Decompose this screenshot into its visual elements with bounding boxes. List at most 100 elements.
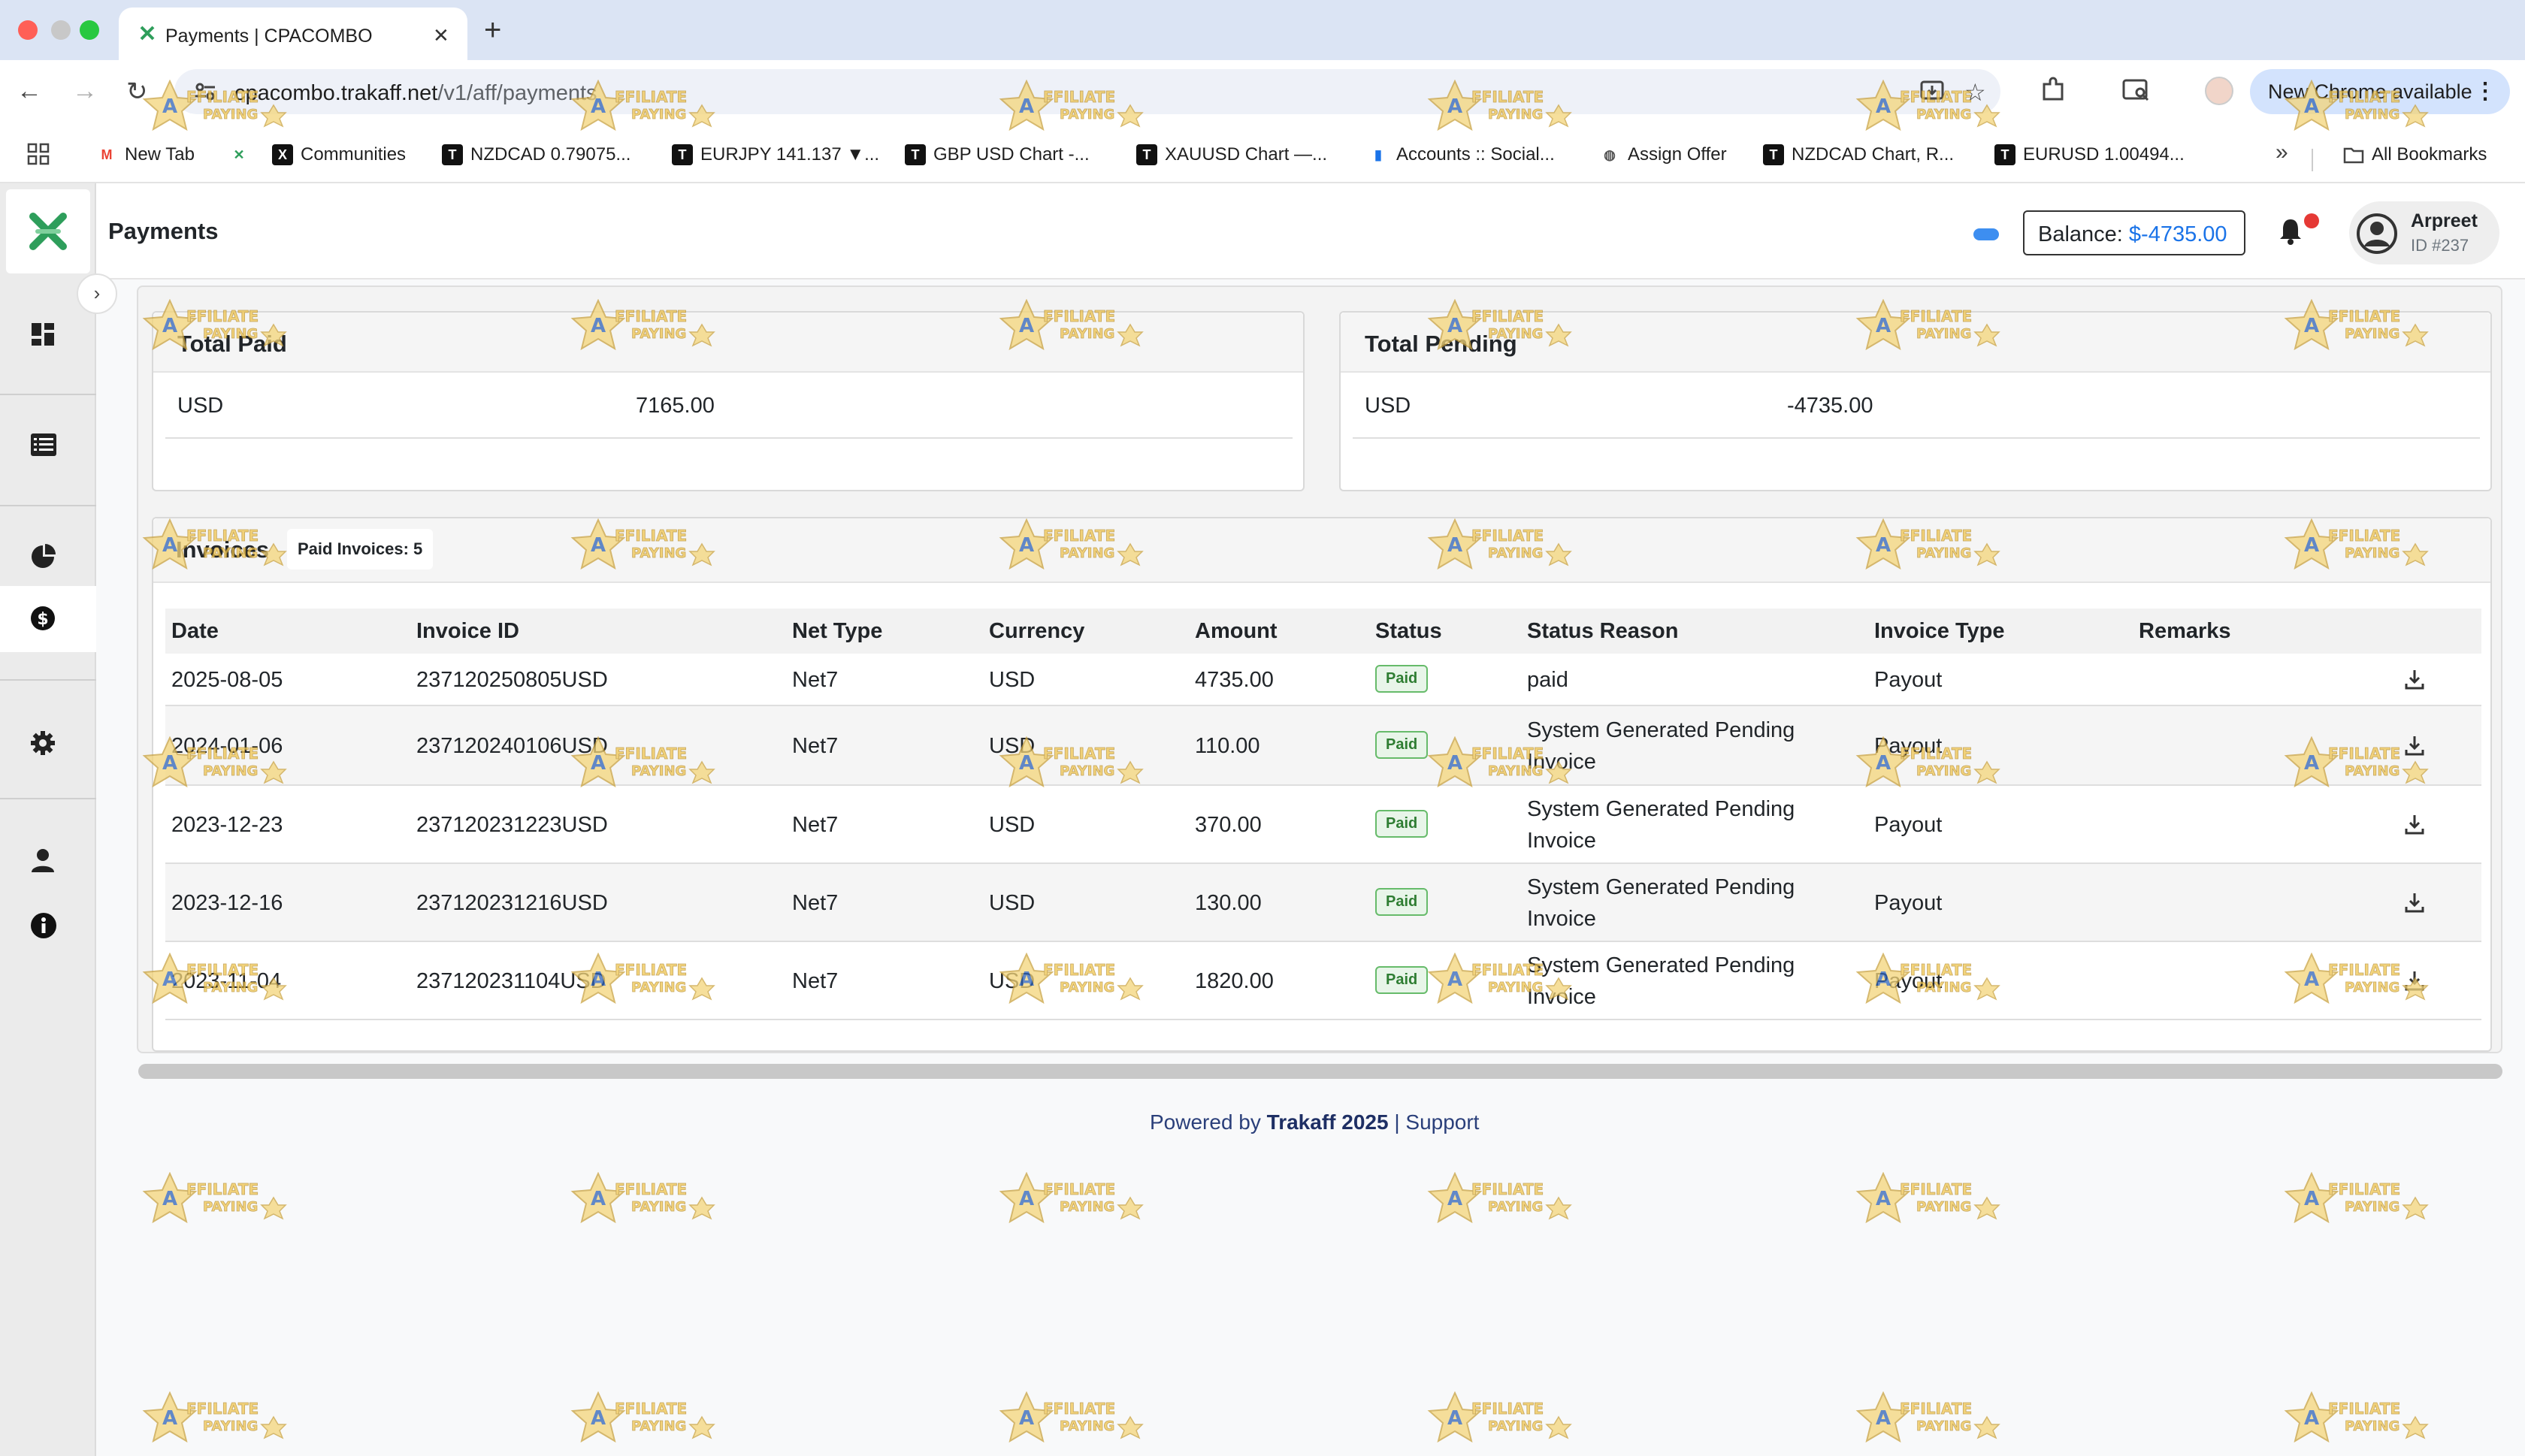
svg-text:PAYING: PAYING — [203, 326, 258, 342]
svg-text:A: A — [1019, 534, 1034, 557]
close-tab-icon[interactable]: ✕ — [433, 24, 449, 47]
extensions-icon[interactable] — [2040, 77, 2067, 104]
profile-avatar-icon[interactable] — [2205, 77, 2233, 105]
svg-text:FFILIATE: FFILIATE — [186, 527, 259, 545]
new-tab-button[interactable]: + — [484, 14, 501, 47]
more-bookmarks-icon[interactable]: » — [2276, 140, 2288, 165]
maximize-window-button[interactable] — [80, 20, 99, 40]
user-menu[interactable]: Arpreet ID #237 — [2349, 201, 2499, 264]
watermark-logo: A FFILIATE PAYING — [2282, 80, 2432, 132]
svg-text:A: A — [591, 534, 606, 557]
bookmark-new-tab[interactable]: M New Tab — [96, 144, 195, 165]
svg-text:FFILIATE: FFILIATE — [1043, 527, 1115, 545]
watermark-logo: A FFILIATE PAYING — [140, 518, 290, 571]
info-icon[interactable] — [30, 912, 56, 938]
bookmark-communities[interactable]: X Communities — [272, 144, 406, 165]
svg-text:PAYING: PAYING — [1060, 980, 1114, 995]
notification-bell-icon[interactable] — [2279, 218, 2303, 245]
bookmark-label: All Bookmarks — [2372, 144, 2487, 165]
svg-text:A: A — [1019, 752, 1034, 775]
watermark-logo: A FFILIATE PAYING — [140, 1172, 290, 1225]
trakaff-logo[interactable] — [6, 189, 90, 273]
svg-text:A: A — [162, 95, 177, 118]
bookmark-nzdcad[interactable]: T NZDCAD 0.79075... — [442, 144, 630, 165]
more-menu-icon[interactable]: ⋮ — [2474, 78, 2496, 104]
watermark-logo: A FFILIATE PAYING — [1853, 1172, 2003, 1225]
svg-text:FFILIATE: FFILIATE — [1900, 1400, 1972, 1418]
svg-text:FFILIATE: FFILIATE — [1043, 1400, 1115, 1418]
svg-text:A: A — [591, 968, 606, 991]
svg-text:A: A — [1876, 95, 1891, 118]
bookmark-label: New Tab — [125, 144, 195, 165]
bookmark-eurusd[interactable]: T EURUSD 1.00494... — [1994, 144, 2185, 165]
bookmark-assign-offer[interactable]: ◍ Assign Offer — [1599, 144, 1726, 165]
user-name: Arpreet — [2411, 210, 2478, 231]
download-icon[interactable] — [2403, 813, 2426, 835]
dashboard-icon[interactable] — [30, 322, 56, 347]
svg-text:FFILIATE: FFILIATE — [615, 745, 687, 763]
svg-text:PAYING: PAYING — [631, 763, 686, 779]
amount-value: 7165.00 — [636, 394, 715, 418]
forward-arrow-icon[interactable]: → — [72, 77, 98, 106]
watermark-logo: A FFILIATE PAYING — [568, 1172, 718, 1225]
svg-text:FFILIATE: FFILIATE — [1471, 1400, 1544, 1418]
svg-text:PAYING: PAYING — [203, 107, 258, 122]
column-header-amount[interactable]: Amount — [1195, 619, 1278, 644]
svg-text:FFILIATE: FFILIATE — [2328, 1180, 2400, 1198]
svg-text:PAYING: PAYING — [1060, 1418, 1114, 1434]
column-header-net-type[interactable]: Net Type — [792, 619, 882, 644]
apps-grid-icon[interactable] — [27, 143, 50, 165]
bookmark-gbpusd[interactable]: T GBP USD Chart -... — [905, 144, 1090, 165]
column-header-status[interactable]: Status — [1375, 619, 1442, 644]
sidebar: $ — [0, 183, 96, 1456]
bookmark-eurjpy[interactable]: T EURJPY 141.137 ▼... — [672, 144, 879, 165]
footer-separator: | — [1394, 1110, 1400, 1134]
download-icon[interactable] — [2403, 891, 2426, 914]
svg-text:A: A — [1447, 315, 1462, 337]
svg-text:PAYING: PAYING — [631, 1418, 686, 1434]
tab-search-icon[interactable] — [2122, 78, 2151, 102]
user-profile-icon[interactable] — [30, 847, 56, 873]
close-window-button[interactable] — [18, 20, 38, 40]
cell-invoice-type: Payout — [1874, 891, 1943, 915]
watermark-logo: A FFILIATE PAYING — [140, 953, 290, 1005]
download-icon[interactable] — [2403, 668, 2426, 690]
bookmark-nzdcad-chart[interactable]: T NZDCAD Chart, R... — [1763, 144, 1954, 165]
table-row: 2023-12-16 237120231216USD Net7 USD 130.00 Pa… — [165, 864, 2481, 942]
gear-icon[interactable] — [30, 730, 56, 756]
row-divider — [165, 437, 1293, 439]
svg-text:A: A — [1019, 95, 1034, 118]
column-header-invoice-id[interactable]: Invoice ID — [416, 619, 519, 644]
svg-text:FFILIATE: FFILIATE — [615, 1400, 687, 1418]
cell-net: Net7 — [792, 969, 839, 993]
column-header-currency[interactable]: Currency — [989, 619, 1084, 644]
sidebar-item-payments[interactable]: $ — [0, 586, 96, 652]
bookmark-trakaff[interactable]: ✕ — [228, 144, 249, 165]
column-header-invoice-type[interactable]: Invoice Type — [1874, 619, 2005, 644]
svg-text:PAYING: PAYING — [1916, 545, 1971, 561]
bookmark-accounts[interactable]: ▮ Accounts :: Social... — [1368, 144, 1555, 165]
bookmark-label: Accounts :: Social... — [1396, 144, 1555, 165]
svg-text:PAYING: PAYING — [631, 326, 686, 342]
table-header: Date Invoice ID Net Type Currency Amount… — [165, 609, 2481, 654]
column-header-status-reason[interactable]: Status Reason — [1527, 619, 1678, 644]
svg-text:A: A — [591, 1188, 606, 1210]
support-link[interactable]: Support — [1405, 1110, 1479, 1134]
svg-text:FFILIATE: FFILIATE — [2328, 527, 2400, 545]
reports-list-icon[interactable] — [30, 433, 56, 458]
status-badge: Paid — [1375, 665, 1429, 693]
browser-tab[interactable]: Payments | CPACOMBO ✕ — [119, 8, 467, 60]
all-bookmarks-button[interactable]: All Bookmarks — [2343, 144, 2487, 165]
pie-chart-icon[interactable] — [30, 544, 56, 569]
column-header-remarks[interactable]: Remarks — [2139, 619, 2231, 644]
back-arrow-icon[interactable]: ← — [17, 77, 42, 106]
minimize-window-button[interactable] — [51, 20, 71, 40]
browser-tab-bar: Payments | CPACOMBO ✕ + — [0, 0, 2525, 60]
svg-text:FFILIATE: FFILIATE — [2328, 1400, 2400, 1418]
cell-amount: 110.00 — [1195, 734, 1260, 758]
horizontal-scrollbar[interactable] — [138, 1064, 2502, 1079]
sidebar-toggle-button[interactable]: › — [77, 273, 117, 314]
bookmark-xauusd[interactable]: T XAUUSD Chart —... — [1136, 144, 1327, 165]
svg-text:FFILIATE: FFILIATE — [1471, 961, 1544, 979]
column-header-date[interactable]: Date — [171, 619, 219, 644]
